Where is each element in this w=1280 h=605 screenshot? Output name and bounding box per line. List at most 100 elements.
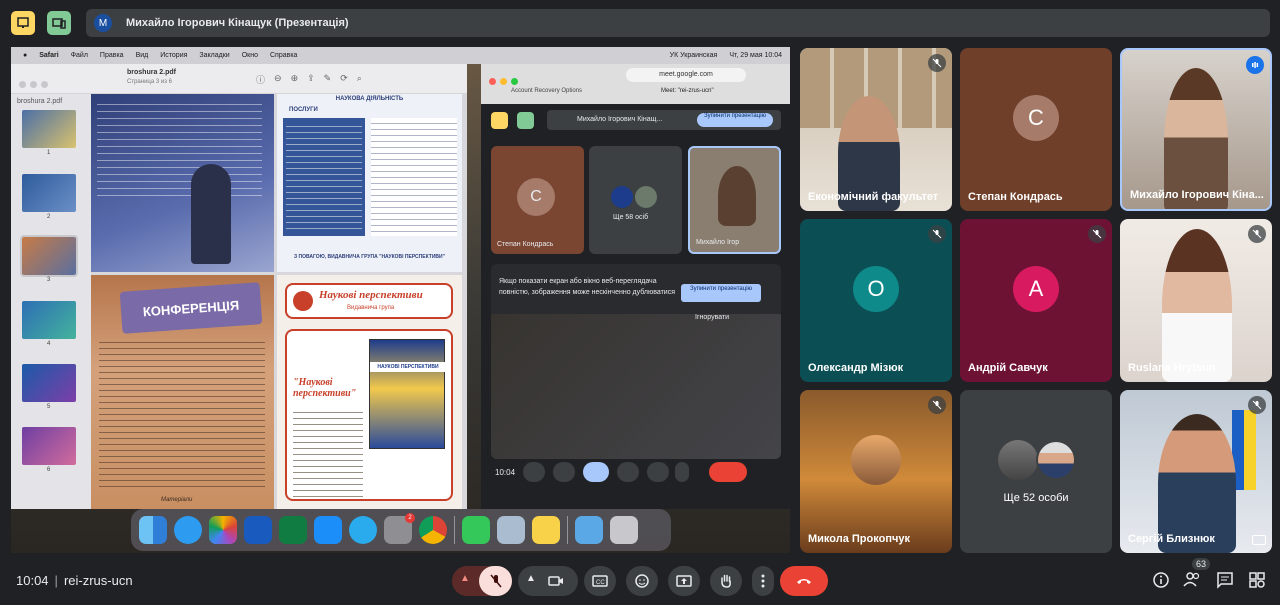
notes-icon [532,516,560,544]
preview-icon [497,516,525,544]
emoji-button[interactable] [626,566,658,596]
chat-button[interactable] [1216,571,1234,594]
participant-avatar: С [1013,94,1059,141]
meeting-info: 10:04 | rei-zrus-ucn [16,573,133,588]
devices-icon[interactable] [47,11,71,35]
person-silhouette [1162,229,1232,382]
mic-off-icon [489,574,502,588]
nested-camera-button [553,462,575,482]
conference-title: КОНФЕРЕНЦІЯ [119,282,263,334]
participant-photo-avatar [851,434,901,485]
appstore-icon [314,516,342,544]
speaking-indicator-icon [1246,56,1264,74]
chat-icon [1217,572,1233,589]
nested-tile-name: Михайло Ігор [696,239,740,246]
participant-name: Економічний факультет [808,191,939,203]
more-options-button[interactable] [752,566,774,596]
menubar-clock: Чт, 29 мая 10:04 [729,52,782,59]
menubar-item: Файл [70,52,88,59]
participant-tile[interactable]: О Олександр Мізюк [800,219,952,382]
page-thumbnail[interactable] [22,174,76,212]
present-button[interactable] [668,566,700,596]
participant-tile[interactable]: Сергій Близнюк [1120,390,1272,553]
people-button[interactable]: 63 [1182,558,1211,593]
figure-silhouette [191,164,231,264]
warning-stop-button: Зупинити презентацію [681,284,761,302]
clock-time: 10:04 [16,573,49,588]
raise-hand-button[interactable] [710,566,742,596]
info-icon[interactable]: ⓘ [256,73,265,86]
scientific-activity-heading: НАУКОВА ДІЯЛЬНІСТЬ [335,96,404,102]
nested-meet-topbar: Михайло Ігорович Кінащ... Зупинити презе… [481,104,790,136]
participant-tile[interactable]: А Андрій Савчук [960,219,1112,382]
brochure-conference-panel: КОНФЕРЕНЦІЯ Матеріали [91,275,274,509]
warning-text: Якщо показати екран або вікно веб-перегл… [499,278,676,296]
more-vert-icon [761,574,765,588]
chrome-toolbar: meet.google.com Account Recovery Options… [481,64,790,104]
menubar-item: Справка [269,52,298,59]
journal-box: "Наукові перспективи" НАУКОВІ ПЕРСПЕКТИВ… [285,329,453,501]
zoom-out-icon[interactable]: ⊖ [274,73,282,86]
info-button[interactable] [1152,571,1170,594]
nested-avatar-small [635,186,657,208]
mic-off-button[interactable] [479,566,512,596]
mic-off-icon [928,54,946,72]
page-thumbnail[interactable] [22,301,76,339]
participant-tile[interactable]: Микола Прокопчук [800,390,952,553]
leave-call-button[interactable] [780,566,828,596]
participant-tile[interactable]: С Степан Кондрась [960,48,1112,211]
zoom-in-icon[interactable]: ⊕ [291,73,299,86]
presentation-icon[interactable] [11,11,35,35]
share-icon[interactable]: ⇪ [307,73,315,86]
participant-tile-speaking[interactable]: Михайло Ігорович Кіна... [1120,48,1272,211]
menubar-item: Закладки [199,52,230,59]
nested-presenter-text: Михайло Ігорович Кінащ... [577,116,663,123]
brochure-services-panel: НАУКОВА ДІЯЛЬНІСТЬ ПОСЛУГИ З ПОВАГОЮ, ВИ… [277,94,462,272]
call-end-icon [797,579,811,584]
apple-icon: ● [23,52,28,59]
page-thumbnail[interactable] [22,110,76,148]
window-controls [19,75,52,93]
nested-present-button [583,462,609,482]
chevron-up-icon[interactable]: ▲ [460,573,470,584]
publisher-subtitle: Видавнича група [347,305,395,311]
browser-tab[interactable]: Account Recovery Options [511,88,582,94]
page-thumbnail[interactable] [22,364,76,402]
conference-text [99,337,265,487]
nested-mic-button [523,462,545,482]
mic-off-icon [928,225,946,243]
browser-tab-active[interactable]: Meet: "rei-zrus-ucn" [661,88,714,94]
activities-button[interactable] [1248,571,1266,594]
services-heading: ПОСЛУГИ [289,107,318,113]
svg-text:CC: CC [596,580,605,586]
participant-tile[interactable]: Ruslana Hrytsun [1120,219,1272,382]
pip-icon[interactable] [1252,535,1266,545]
captions-button[interactable]: CC [584,566,616,596]
journal-title: "Наукові перспективи" [293,377,357,399]
word-icon [244,516,272,544]
publisher-title: Наукові перспективи [319,289,423,301]
group-avatar [998,440,1038,480]
emoji-icon [635,574,649,588]
participant-tile-group[interactable]: Ще 52 особи [960,390,1112,553]
markup-icon[interactable]: ✎ [324,73,332,86]
page-thumbnail-selected[interactable] [20,235,78,277]
mirror-image [491,314,781,459]
nested-captions-button [617,462,639,482]
participant-tile[interactable]: Економічний факультет [800,48,952,211]
page-thumbnail[interactable] [22,427,76,465]
photos-icon [209,516,237,544]
camera-button[interactable] [548,573,564,594]
page-number: 4 [47,341,51,347]
url-bar[interactable]: meet.google.com [626,68,746,82]
presenter-avatar: M [94,14,112,32]
safari-icon [174,516,202,544]
mac-menubar: ● Safari Файл Правка Вид История Закладк… [11,47,790,64]
chevron-up-icon[interactable]: ▲ [526,573,536,584]
search-icon[interactable]: ⌕ [357,73,362,86]
rotate-icon[interactable]: ⟳ [340,73,348,86]
pdf-page-area: НАУКОВА ДІЯЛЬНІСТЬ ПОСЛУГИ З ПОВАГОЮ, ВИ… [91,94,467,509]
brochure-journals-panel [91,94,274,272]
nested-tile-name: Ще 58 осіб [613,214,649,221]
more-participants-label: Ще 52 особи [1003,492,1069,504]
